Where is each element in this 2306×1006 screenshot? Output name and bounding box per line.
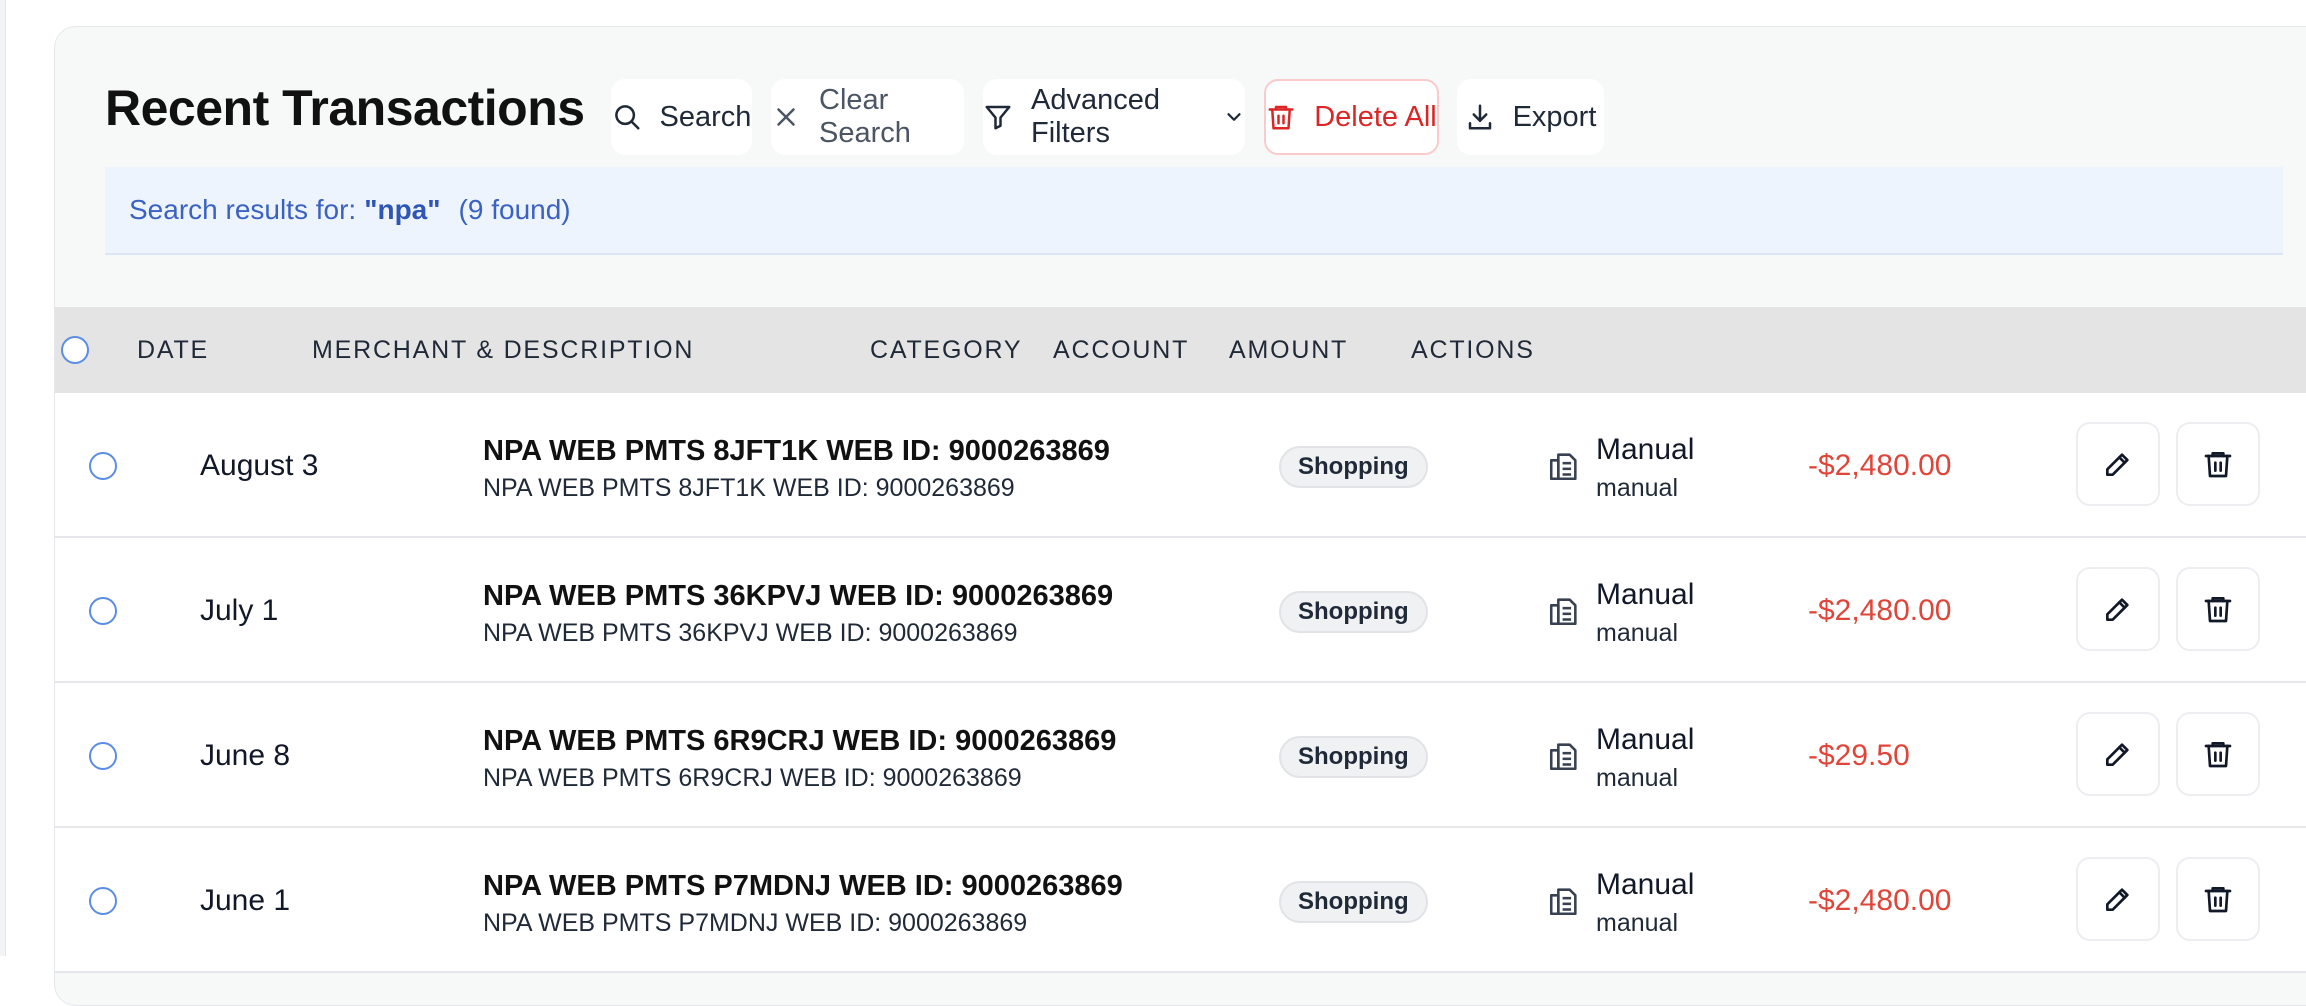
column-header-amount[interactable]: AMOUNT: [1229, 307, 1348, 393]
account-type: manual: [1596, 474, 1678, 502]
trash-icon: [2204, 887, 2232, 913]
bank-document-icon: [1549, 888, 1577, 916]
search-query: "npa": [364, 194, 441, 225]
merchant-description: NPA WEB PMTS 36KPVJ WEB ID: 9000263869: [483, 619, 1018, 647]
edit-button[interactable]: [2076, 857, 2160, 941]
delete-row-button[interactable]: [2176, 422, 2260, 506]
bank-document-icon: [1549, 743, 1577, 771]
pencil-icon: [2106, 888, 2129, 911]
merchant-description: NPA WEB PMTS 8JFT1K WEB ID: 9000263869: [483, 474, 1015, 502]
search-results-count: (9 found): [458, 194, 571, 225]
search-results-prefix: Search results for:: [129, 194, 357, 225]
row-date: June 1: [200, 884, 291, 917]
column-header-merchant[interactable]: MERCHANT & DESCRIPTION: [312, 307, 694, 393]
advanced-filters-label: Advanced Filters: [1031, 84, 1160, 149]
table-row[interactable]: July 1 NPA WEB PMTS 36KPVJ WEB ID: 90002…: [55, 538, 2306, 683]
app-left-edge: [0, 0, 6, 956]
merchant-name: NPA WEB PMTS P7MDNJ WEB ID: 9000263869: [483, 870, 1123, 902]
pencil-icon: [2106, 598, 2129, 621]
row-date: June 8: [200, 739, 291, 772]
clear-search-button-label: Clear Search: [819, 84, 911, 149]
table-row[interactable]: June 8 NPA WEB PMTS 6R9CRJ WEB ID: 90002…: [55, 683, 2306, 828]
trash-icon: [2204, 452, 2232, 478]
merchant-name: NPA WEB PMTS 8JFT1K WEB ID: 9000263869: [483, 435, 1110, 467]
bank-document-icon: [1549, 453, 1577, 481]
search-icon: [614, 105, 640, 130]
search-results-banner: Search results for: "npa" (9 found): [105, 167, 2283, 255]
row-checkbox[interactable]: [89, 742, 117, 770]
table-header: DATE MERCHANT & DESCRIPTION CATEGORY ACC…: [55, 307, 2306, 393]
trash-icon: [2204, 597, 2232, 623]
account-name: Manual: [1596, 433, 1695, 466]
account-type: manual: [1596, 909, 1678, 937]
delete-row-button[interactable]: [2176, 857, 2260, 941]
row-date: August 3: [200, 449, 319, 482]
transaction-amount: -$29.50: [1808, 739, 1910, 772]
transactions-card: Recent Transactions Search Clear Search …: [54, 26, 2306, 1006]
column-header-account[interactable]: ACCOUNT: [1053, 307, 1189, 393]
search-button[interactable]: Search: [611, 79, 752, 155]
trash-icon: [2204, 742, 2232, 768]
account-name: Manual: [1596, 723, 1695, 756]
clear-search-button[interactable]: Clear Search: [771, 79, 964, 155]
category-badge[interactable]: Shopping: [1279, 446, 1428, 488]
table-row[interactable]: June 1 NPA WEB PMTS P7MDNJ WEB ID: 90002…: [55, 828, 2306, 973]
row-date: July 1: [200, 594, 279, 627]
advanced-filters-button[interactable]: Advanced Filters: [983, 79, 1245, 155]
table-row[interactable]: August 3 NPA WEB PMTS 8JFT1K WEB ID: 900…: [55, 393, 2306, 538]
column-header-category[interactable]: CATEGORY: [870, 307, 1022, 393]
category-badge[interactable]: Shopping: [1279, 881, 1428, 923]
merchant-name: NPA WEB PMTS 36KPVJ WEB ID: 9000263869: [483, 580, 1114, 612]
account-type: manual: [1596, 764, 1678, 792]
search-button-label: Search: [659, 100, 752, 133]
pencil-icon: [2106, 453, 2129, 476]
filter-icon: [985, 105, 1011, 130]
transaction-amount: -$2,480.00: [1808, 594, 1952, 627]
merchant-description: NPA WEB PMTS 6R9CRJ WEB ID: 9000263869: [483, 764, 1022, 792]
delete-all-label: Delete All: [1314, 100, 1437, 133]
trash-icon: [1268, 105, 1294, 130]
delete-all-button[interactable]: Delete All: [1264, 79, 1439, 155]
edit-button[interactable]: [2076, 712, 2160, 796]
row-checkbox[interactable]: [89, 452, 117, 480]
account-type: manual: [1596, 619, 1678, 647]
edit-button[interactable]: [2076, 567, 2160, 651]
download-icon: [1468, 104, 1491, 130]
transaction-amount: -$2,480.00: [1808, 449, 1952, 482]
export-button[interactable]: Export: [1457, 79, 1604, 155]
category-badge[interactable]: Shopping: [1279, 591, 1428, 633]
bank-document-icon: [1549, 598, 1577, 626]
export-label: Export: [1512, 100, 1597, 133]
row-checkbox[interactable]: [89, 887, 117, 915]
column-header-date[interactable]: DATE: [137, 307, 209, 393]
pencil-icon: [2106, 743, 2129, 766]
close-icon: [777, 108, 795, 126]
account-name: Manual: [1596, 868, 1695, 901]
merchant-name: NPA WEB PMTS 6R9CRJ WEB ID: 9000263869: [483, 725, 1117, 757]
row-checkbox[interactable]: [89, 597, 117, 625]
delete-row-button[interactable]: [2176, 712, 2260, 796]
column-header-actions: ACTIONS: [1411, 336, 1535, 364]
chevron-down-icon: [1227, 113, 1241, 121]
account-name: Manual: [1596, 578, 1695, 611]
merchant-description: NPA WEB PMTS P7MDNJ WEB ID: 9000263869: [483, 909, 1028, 937]
category-badge[interactable]: Shopping: [1279, 736, 1428, 778]
transaction-amount: -$2,480.00: [1808, 884, 1952, 917]
delete-row-button[interactable]: [2176, 567, 2260, 651]
page-title: Recent Transactions: [105, 80, 585, 136]
edit-button[interactable]: [2076, 422, 2160, 506]
select-all-checkbox[interactable]: [61, 336, 89, 364]
